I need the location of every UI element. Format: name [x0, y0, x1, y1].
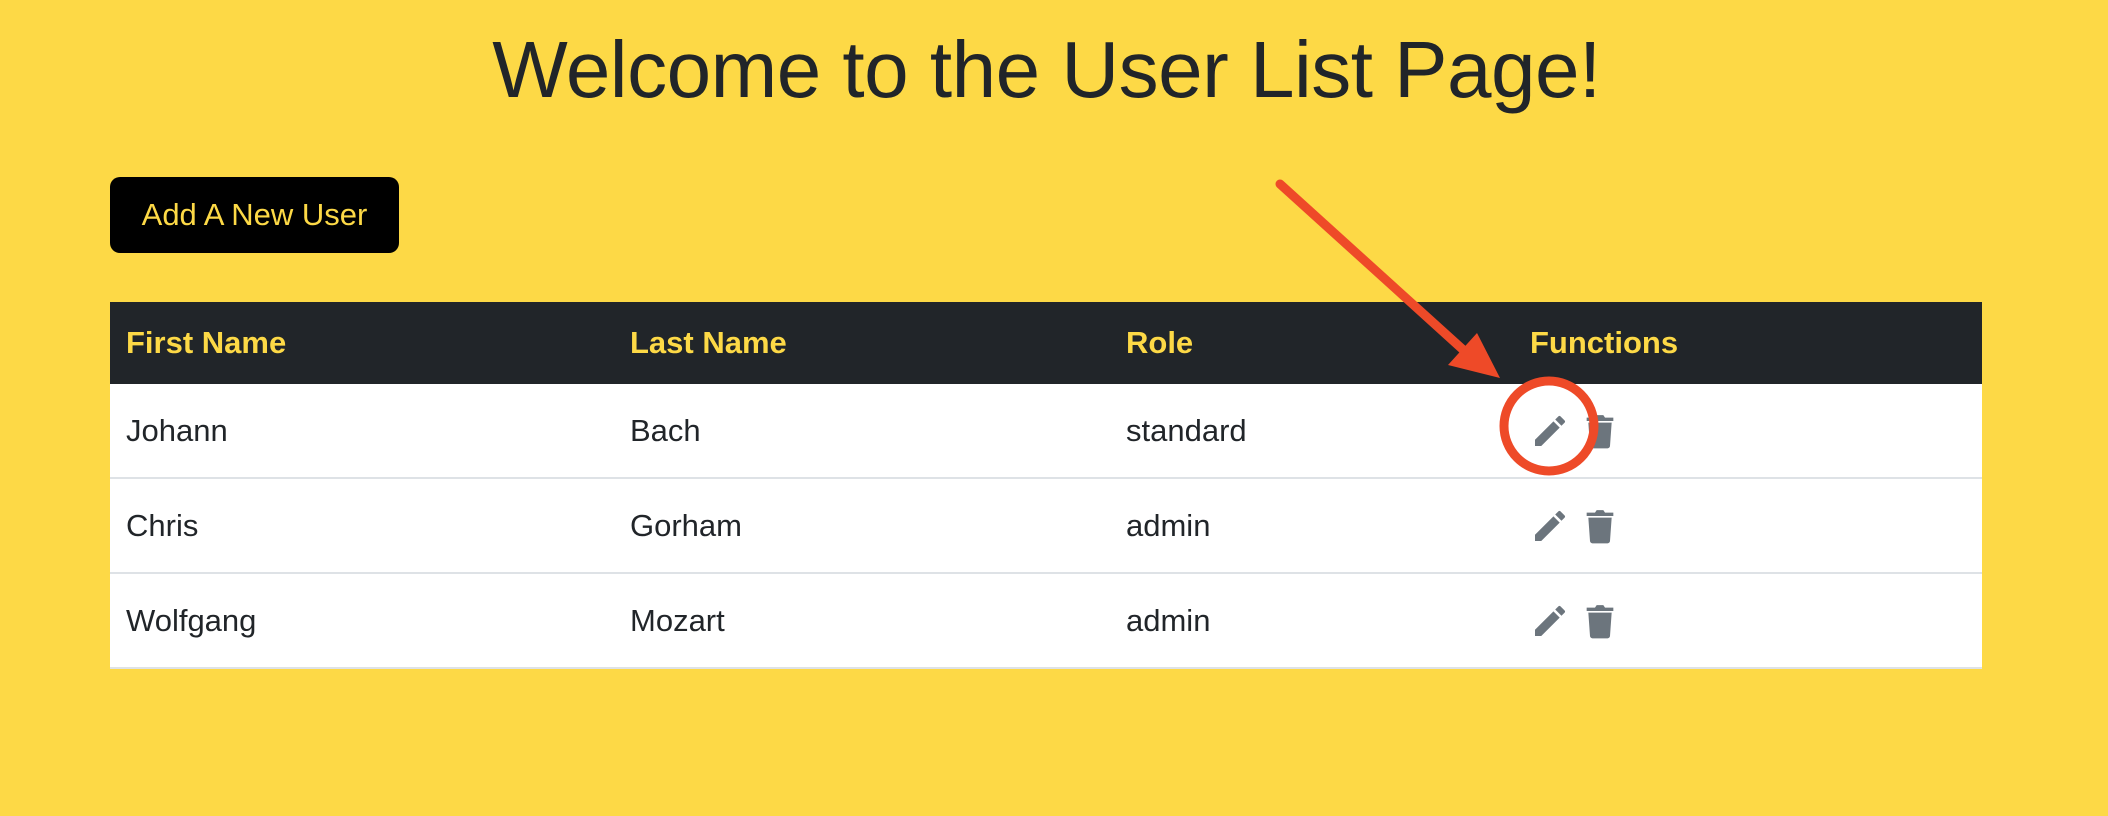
- cell-role: admin: [1126, 508, 1211, 543]
- table-header: First Name Last Name Role Functions: [110, 302, 1982, 384]
- functions-cell: [1530, 479, 1620, 572]
- functions-cell: [1530, 574, 1620, 667]
- add-user-button[interactable]: Add A New User: [110, 177, 399, 253]
- header-role: Role: [1126, 325, 1194, 360]
- pencil-icon[interactable]: [1530, 411, 1570, 451]
- cell-first-name: Johann: [126, 413, 228, 448]
- cell-first-name: Chris: [126, 508, 199, 543]
- page-title: Welcome to the User List Page!: [492, 25, 1601, 114]
- header-last-name: Last Name: [630, 325, 787, 360]
- cell-first-name: Wolfgang: [126, 603, 257, 638]
- table-row: Chris Gorham admin: [110, 479, 1982, 574]
- trash-icon[interactable]: [1580, 411, 1620, 451]
- header-functions: Functions: [1530, 325, 1679, 360]
- header-first-name: First Name: [126, 325, 287, 360]
- cell-last-name: Mozart: [630, 603, 725, 638]
- cell-role: admin: [1126, 603, 1211, 638]
- cell-last-name: Gorham: [630, 508, 742, 543]
- user-table: First Name Last Name Role Functions Joha…: [110, 302, 1982, 669]
- pencil-icon[interactable]: [1530, 601, 1570, 641]
- cell-role: standard: [1126, 413, 1247, 448]
- cell-last-name: Bach: [630, 413, 701, 448]
- trash-icon[interactable]: [1580, 506, 1620, 546]
- functions-cell: [1530, 384, 1620, 477]
- table-row: Johann Bach standard: [110, 384, 1982, 479]
- table-row: Wolfgang Mozart admin: [110, 574, 1982, 669]
- pencil-icon[interactable]: [1530, 506, 1570, 546]
- trash-icon[interactable]: [1580, 601, 1620, 641]
